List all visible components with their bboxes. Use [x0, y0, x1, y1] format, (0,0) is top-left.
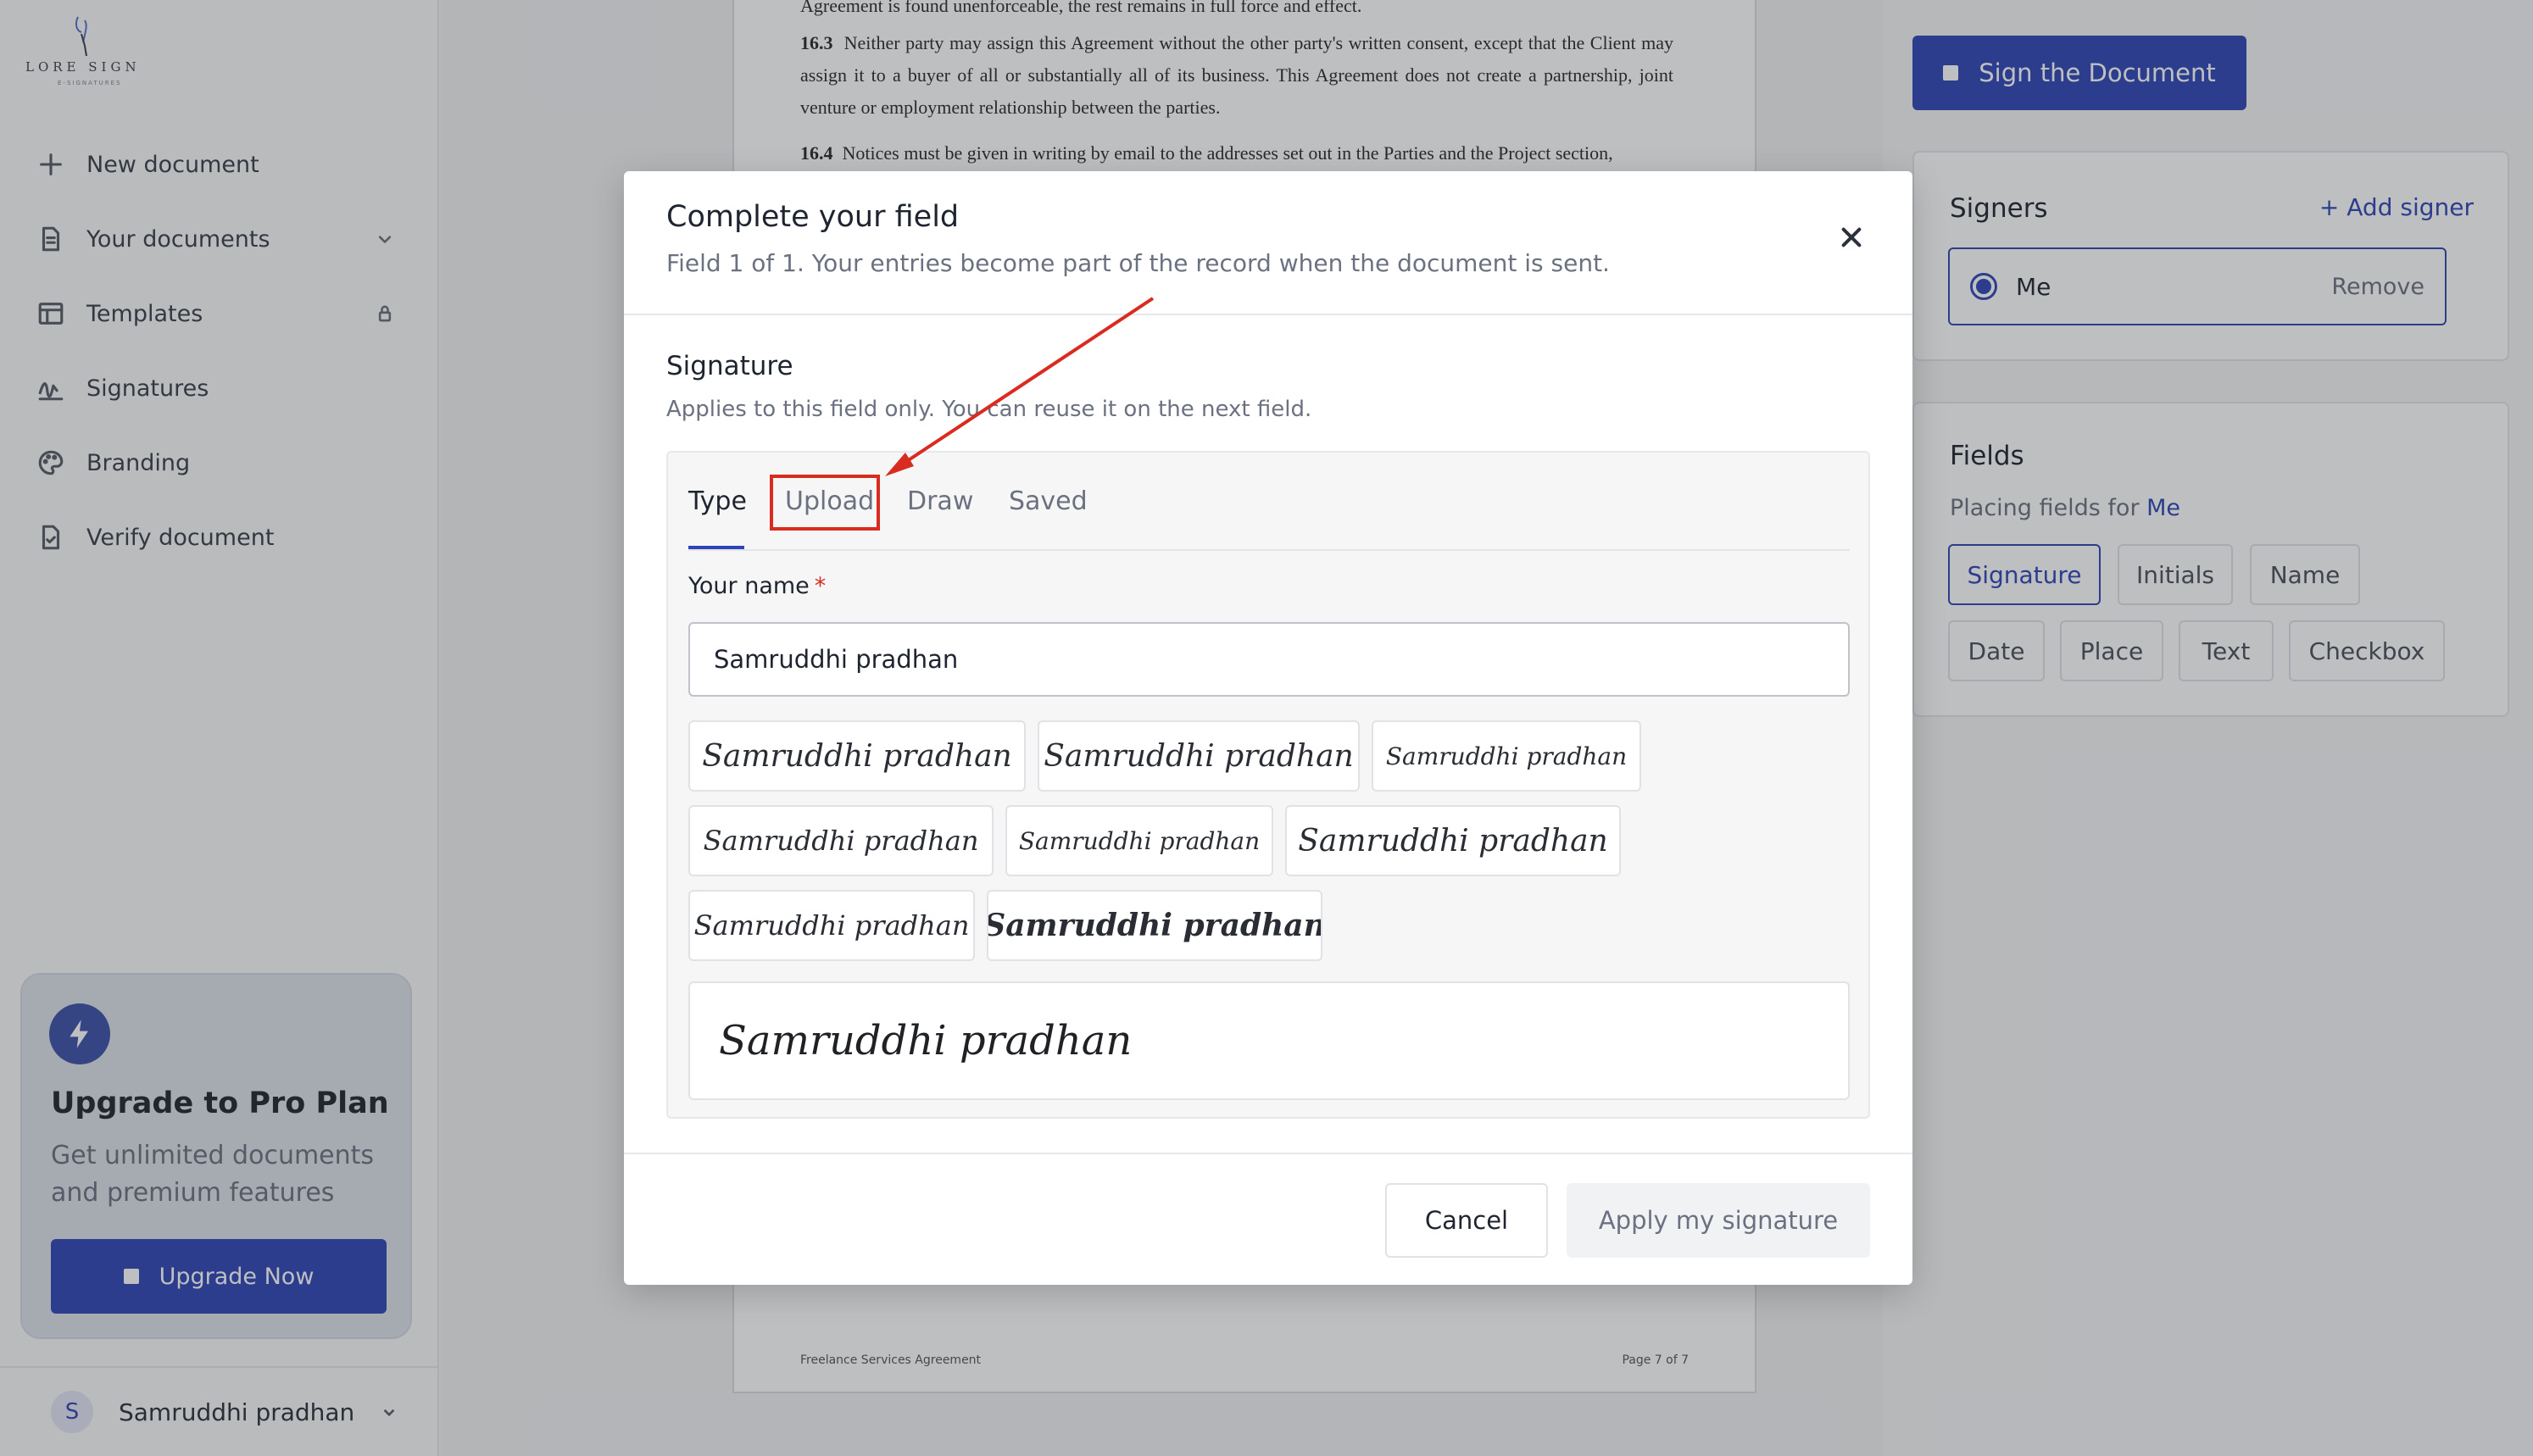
apply-signature-button[interactable]: Apply my signature — [1567, 1183, 1870, 1258]
signature-style-option[interactable]: Samruddhi pradhan — [688, 890, 975, 961]
complete-field-dialog: Complete your field Field 1 of 1. Your e… — [624, 171, 1912, 1285]
signature-style-option[interactable]: Samruddhi pradhan — [987, 890, 1322, 961]
your-name-input[interactable] — [688, 622, 1850, 697]
tab-type[interactable]: Type — [688, 486, 747, 516]
cancel-button[interactable]: Cancel — [1385, 1183, 1548, 1258]
dialog-divider — [624, 314, 1912, 315]
your-name-label: Your name * — [688, 573, 826, 599]
signature-section-title: Signature — [666, 351, 793, 381]
signature-style-option[interactable]: Samruddhi pradhan — [1285, 805, 1621, 876]
required-asterisk: * — [814, 573, 827, 599]
signature-preview: Samruddhi pradhan — [688, 981, 1850, 1100]
annotation-highlight-box — [770, 475, 880, 531]
signature-tabs: Type Upload Draw Saved — [688, 453, 1850, 551]
signature-style-option[interactable]: Samruddhi pradhan — [688, 720, 1026, 792]
signature-style-option[interactable]: Samruddhi pradhan — [1038, 720, 1360, 792]
dialog-title: Complete your field — [666, 200, 960, 234]
tab-draw[interactable]: Draw — [907, 486, 973, 516]
signature-style-option[interactable]: Samruddhi pradhan — [688, 805, 994, 876]
close-icon[interactable] — [1838, 224, 1865, 251]
your-name-label-text: Your name — [688, 573, 810, 599]
active-tab-indicator — [688, 546, 744, 549]
tab-saved[interactable]: Saved — [1009, 486, 1088, 516]
signature-section-subtitle: Applies to this field only. You can reus… — [666, 397, 1312, 422]
signature-style-option[interactable]: Samruddhi pradhan — [1005, 805, 1273, 876]
dialog-footer-divider — [624, 1153, 1912, 1154]
dialog-subtitle: Field 1 of 1. Your entries become part o… — [666, 249, 1610, 277]
signature-style-option[interactable]: Samruddhi pradhan — [1372, 720, 1641, 792]
signature-panel: Type Upload Draw Saved Your name * Samrud… — [666, 451, 1870, 1119]
